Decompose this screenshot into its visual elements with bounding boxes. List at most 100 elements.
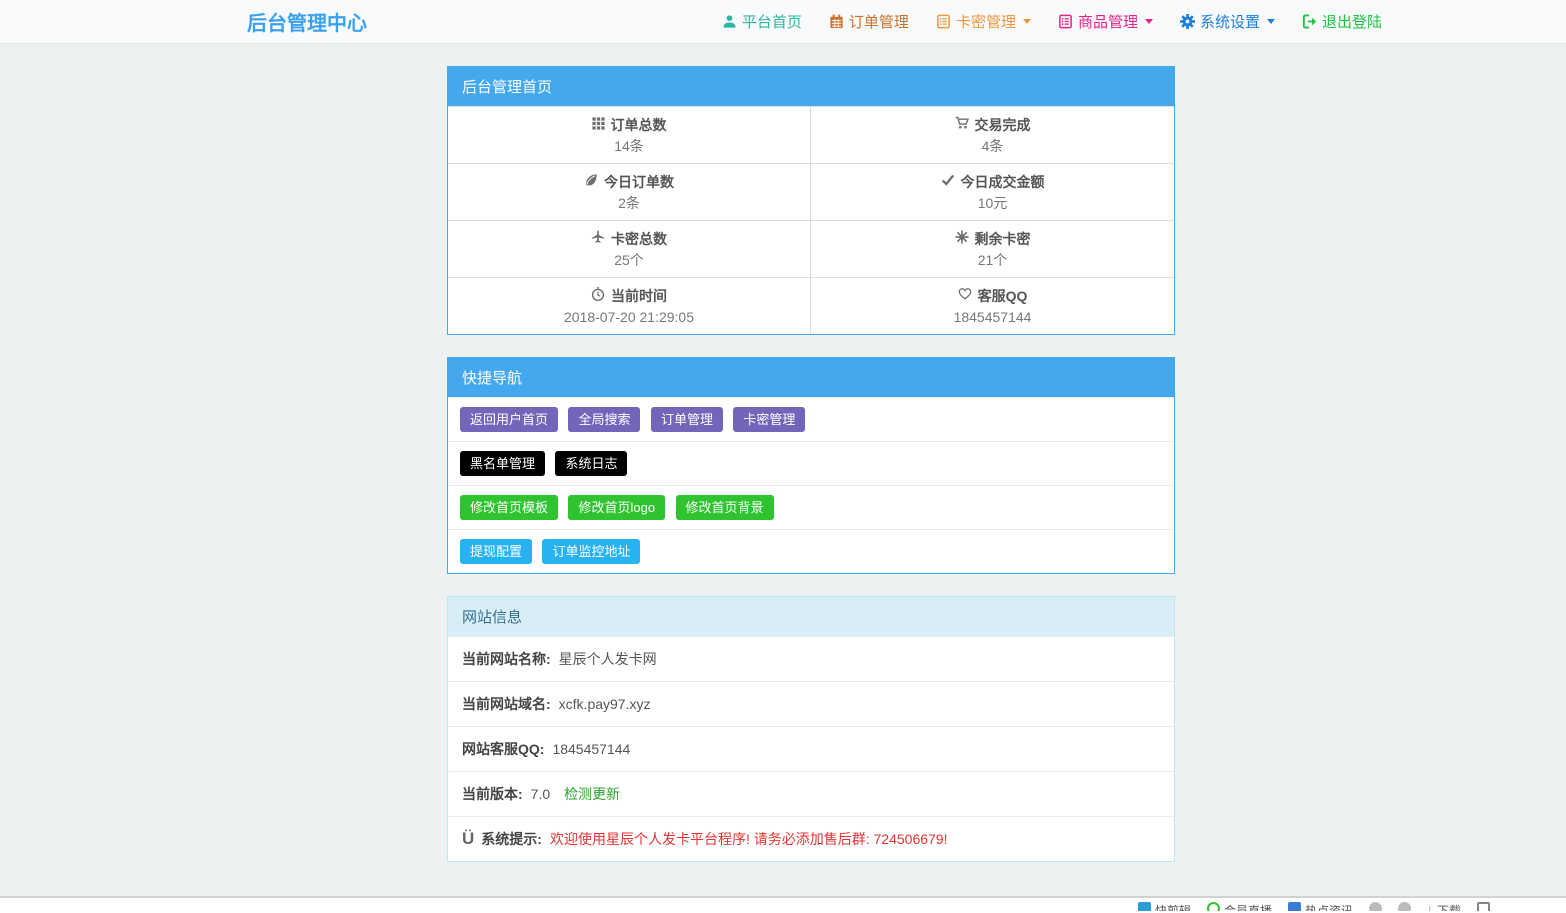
quick-nav-panel: 快捷导航 返回用户首页 全局搜索 订单管理 卡密管理 黑名单管理 系统日志 修改… xyxy=(447,357,1175,574)
card-management-button[interactable]: 卡密管理 xyxy=(733,407,805,432)
nav-item-system-settings[interactable]: 系统设置 xyxy=(1180,11,1275,32)
stat-cell-today-orders: 今日订单数 2条 xyxy=(448,163,811,220)
edit-home-logo-button[interactable]: 修改首页logo xyxy=(568,495,665,520)
site-qq-label: 网站客服QQ: xyxy=(462,739,544,759)
globe-icon xyxy=(1369,902,1382,911)
site-domain-value: xcfk.pay97.xyz xyxy=(559,696,651,712)
site-qq-row: 网站客服QQ: 1845457144 xyxy=(448,726,1174,771)
list-icon xyxy=(1058,14,1073,29)
chevron-down-icon xyxy=(1145,19,1153,24)
version-label: 当前版本: xyxy=(462,784,523,804)
nav-item-card-management[interactable]: 卡密管理 xyxy=(936,11,1031,32)
nav-item-label: 系统设置 xyxy=(1200,11,1260,32)
stat-cell-current-time: 当前时间 2018-07-20 21:29:05 xyxy=(448,277,811,334)
nav-item-label: 卡密管理 xyxy=(956,11,1016,32)
edit-home-template-button[interactable]: 修改首页模板 xyxy=(460,495,558,520)
stats-grid: 订单总数 14条 交易完成 4条 今日订单数 2条 今日成交金额 10元 卡密总… xyxy=(448,106,1174,334)
quick-nav-panel-title: 快捷导航 xyxy=(448,358,1174,397)
calendar-icon xyxy=(829,14,844,29)
bird-icon xyxy=(1398,902,1411,911)
site-name-label: 当前网站名称: xyxy=(462,649,551,669)
site-info-panel: 网站信息 当前网站名称: 星辰个人发卡网 当前网站域名: xcfk.pay97.… xyxy=(447,596,1175,862)
play-icon xyxy=(1138,902,1151,911)
order-monitor-url-button[interactable]: 订单监控地址 xyxy=(542,539,640,564)
chevron-down-icon xyxy=(1023,19,1031,24)
browser-bookmark-bar: 快剪辑 会员直播 热点资讯 ↓下载 xyxy=(0,898,1566,911)
stat-cell-card-remaining: 剩余卡密 21个 xyxy=(811,220,1174,277)
order-management-button[interactable]: 订单管理 xyxy=(651,407,723,432)
bookmark-member-live[interactable]: 会员直播 xyxy=(1207,902,1272,911)
live-icon xyxy=(1207,902,1220,911)
global-search-button[interactable]: 全局搜索 xyxy=(568,407,640,432)
grid-apps-icon xyxy=(1477,902,1490,911)
stat-value: 1845457144 xyxy=(815,307,1170,327)
stat-value: 4条 xyxy=(815,136,1170,156)
stat-cell-today-amount: 今日成交金额 10元 xyxy=(811,163,1174,220)
bookmark-misc-1[interactable] xyxy=(1369,902,1382,911)
dashboard-panel-title: 后台管理首页 xyxy=(448,67,1174,106)
edit-home-background-button[interactable]: 修改首页背景 xyxy=(676,495,774,520)
bookmark-misc-2[interactable] xyxy=(1398,902,1411,911)
user-icon xyxy=(722,14,737,29)
stat-cell-service-qq: 客服QQ 1845457144 xyxy=(811,277,1174,334)
clock-icon xyxy=(591,286,605,307)
cart-icon xyxy=(955,115,969,136)
plane-icon xyxy=(591,229,605,250)
download-arrow-icon: ↓ xyxy=(1427,902,1433,911)
app-title[interactable]: 后台管理中心 xyxy=(247,7,367,36)
news-icon xyxy=(1288,902,1301,911)
version-value: 7.0 xyxy=(531,786,550,802)
site-domain-label: 当前网站域名: xyxy=(462,694,551,714)
quick-nav-row-green: 修改首页模板 修改首页logo 修改首页背景 xyxy=(448,485,1174,529)
chevron-down-icon xyxy=(1267,19,1275,24)
stat-cell-trade-complete: 交易完成 4条 xyxy=(811,106,1174,163)
stat-value: 2条 xyxy=(452,193,806,213)
card-list-icon xyxy=(936,14,951,29)
nav-menu: 平台首页 订单管理 卡密管理 商品管理 系统设置 xyxy=(722,11,1382,32)
burst-icon xyxy=(955,229,969,250)
return-user-home-button[interactable]: 返回用户首页 xyxy=(460,407,558,432)
bookmark-quick-clip[interactable]: 快剪辑 xyxy=(1138,902,1191,911)
nav-item-label: 商品管理 xyxy=(1078,11,1138,32)
stat-value: 25个 xyxy=(452,250,806,270)
top-navbar: 后台管理中心 平台首页 订单管理 卡密管理 商品管理 xyxy=(0,0,1566,44)
nav-item-label: 订单管理 xyxy=(849,11,909,32)
site-info-panel-title: 网站信息 xyxy=(448,597,1174,636)
system-tip-message: 欢迎使用星辰个人发卡平台程序! 请务必添加售后群: 724506679! xyxy=(550,829,948,849)
blacklist-management-button[interactable]: 黑名单管理 xyxy=(460,451,545,476)
bookmark-apps-grid[interactable] xyxy=(1477,902,1490,911)
stat-value: 2018-07-20 21:29:05 xyxy=(452,307,806,327)
quick-nav-row-black: 黑名单管理 系统日志 xyxy=(448,441,1174,485)
main-content: 后台管理首页 订单总数 14条 交易完成 4条 今日订单数 2条 今日成交金额 … xyxy=(0,44,1566,898)
heart-icon xyxy=(958,286,972,307)
nav-item-label: 退出登陆 xyxy=(1322,11,1382,32)
u-badge-icon: Ü xyxy=(462,832,474,846)
gear-icon xyxy=(1180,14,1195,29)
site-qq-value: 1845457144 xyxy=(552,741,630,757)
quick-nav-row-cyan: 提现配置 订单监控地址 xyxy=(448,529,1174,573)
check-icon xyxy=(941,172,955,193)
nav-item-platform-home[interactable]: 平台首页 xyxy=(722,11,802,32)
site-name-value: 星辰个人发卡网 xyxy=(559,649,657,669)
nav-item-logout[interactable]: 退出登陆 xyxy=(1302,11,1382,32)
dashboard-panel: 后台管理首页 订单总数 14条 交易完成 4条 今日订单数 2条 今日成交金额 … xyxy=(447,66,1175,335)
leaf-icon xyxy=(584,172,598,193)
bookmark-download[interactable]: ↓下载 xyxy=(1427,902,1461,911)
nav-item-goods-management[interactable]: 商品管理 xyxy=(1058,11,1153,32)
check-update-link[interactable]: 检测更新 xyxy=(564,784,620,804)
sign-out-icon xyxy=(1302,14,1317,29)
withdraw-config-button[interactable]: 提现配置 xyxy=(460,539,532,564)
quick-nav-row-purple: 返回用户首页 全局搜索 订单管理 卡密管理 xyxy=(448,397,1174,441)
system-tip-label: 系统提示: xyxy=(481,829,542,849)
bookmark-hot-news[interactable]: 热点资讯 xyxy=(1288,902,1353,911)
nav-item-order-management[interactable]: 订单管理 xyxy=(829,11,909,32)
version-row: 当前版本: 7.0 检测更新 xyxy=(448,771,1174,816)
stat-value: 21个 xyxy=(815,250,1170,270)
system-tip-row: Ü 系统提示: 欢迎使用星辰个人发卡平台程序! 请务必添加售后群: 724506… xyxy=(448,816,1174,861)
stat-cell-order-total: 订单总数 14条 xyxy=(448,106,811,163)
stat-cell-card-total: 卡密总数 25个 xyxy=(448,220,811,277)
stat-value: 10元 xyxy=(815,193,1170,213)
system-log-button[interactable]: 系统日志 xyxy=(555,451,627,476)
stat-value: 14条 xyxy=(452,136,806,156)
grid-icon xyxy=(592,115,605,136)
